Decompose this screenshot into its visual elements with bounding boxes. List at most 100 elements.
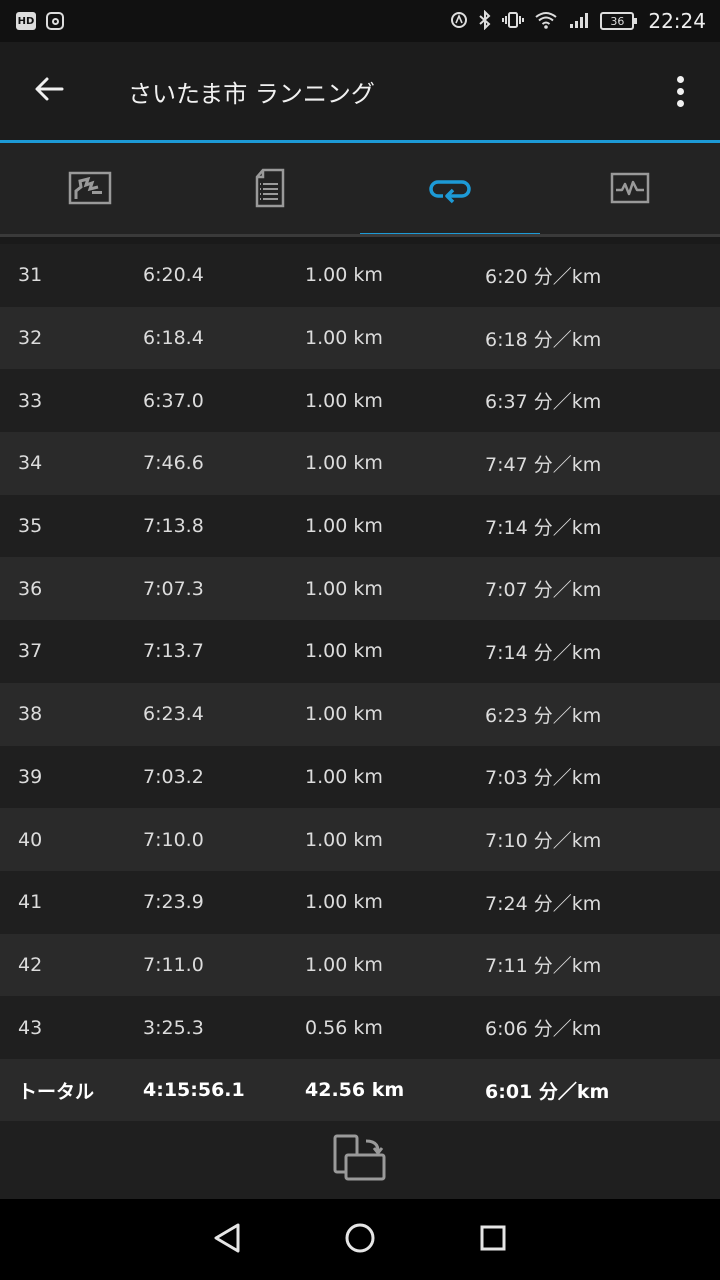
lap-pace: 6:37 分／km [485,391,602,414]
lap-time: 7:46.6 [143,452,204,475]
lap-time: 7:10.0 [143,828,204,851]
table-row: 37 7:13.7 1.00 km 7:14 分／km [0,620,720,683]
lap-pace: 6:20 分／km [485,265,602,288]
lap-distance: 1.00 km [305,452,383,475]
table-row: 32 6:18.4 1.00 km 6:18 分／km [0,306,720,370]
home-circle-icon [344,1222,376,1258]
laps-icon [429,172,471,208]
lap-time: 7:13.7 [143,640,204,663]
nav-home-button[interactable] [330,1210,390,1270]
lap-distance: 1.00 km [305,389,383,412]
lap-pace: 6:18 分／km [485,328,602,351]
total-time: 4:15:56.1 [143,1079,245,1102]
lap-number: 37 [18,640,43,663]
lap-number: 34 [18,452,43,475]
tab-laps[interactable] [360,143,540,237]
instagram-icon [46,12,64,30]
lap-time: 3:25.3 [143,1016,204,1039]
lap-number: 41 [18,891,43,914]
back-triangle-icon [212,1222,242,1258]
lap-number: 40 [18,828,43,851]
system-nav-bar [0,1199,720,1280]
details-icon [254,168,286,212]
vibrate-icon [502,11,525,32]
lap-pace: 7:11 分／km [485,955,602,978]
more-vert-icon [676,75,684,83]
tabs-divider [0,234,720,237]
tab-bar [0,143,720,237]
status-time: 22:24 [648,9,706,33]
total-label: トータル [18,1080,95,1103]
rotate-screen-button[interactable] [0,1121,720,1199]
lap-pace: 7:14 分／km [485,641,602,664]
lap-distance: 1.00 km [305,515,383,538]
lap-pace: 7:03 分／km [485,767,602,790]
recents-square-icon [479,1224,507,1256]
total-distance: 42.56 km [305,1079,405,1102]
lap-pace: 7:47 分／km [485,453,602,476]
nav-back-button[interactable] [197,1210,257,1270]
table-row: 43 3:25.3 0.56 km 6:06 分／km [0,996,720,1059]
lap-time: 7:03.2 [143,765,204,788]
lap-pace: 7:24 分／km [485,892,602,915]
bluetooth-icon [478,9,492,33]
nfc-icon [450,11,468,32]
lap-distance: 1.00 km [305,577,383,600]
lap-time: 6:18.4 [143,327,204,350]
table-row: 36 7:07.3 1.00 km 7:07 分／km [0,557,720,621]
rotate-screen-icon [332,1133,388,1187]
lap-distance: 1.00 km [305,703,383,726]
lap-time: 7:11.0 [143,953,204,976]
lap-pace: 7:14 分／km [485,516,602,539]
map-icon [68,171,112,209]
lap-time: 7:07.3 [143,577,204,600]
wifi-icon [534,11,558,32]
tab-details[interactable] [180,143,360,237]
lap-number: 31 [18,264,43,287]
lap-pace: 7:10 分／km [485,830,602,853]
nav-recents-button[interactable] [463,1210,523,1270]
lap-number: 38 [18,703,43,726]
table-row: 40 7:10.0 1.00 km 7:10 分／km [0,808,720,871]
lap-number: 43 [18,1016,43,1039]
battery-icon: 36 [600,12,638,30]
lap-distance: 1.00 km [305,953,383,976]
table-row: 41 7:23.9 1.00 km 7:24 分／km [0,870,720,934]
tab-map[interactable] [0,143,180,237]
table-row: 39 7:03.2 1.00 km 7:03 分／km [0,745,720,809]
hd-icon: HD [16,12,36,30]
table-row: 42 7:11.0 1.00 km 7:11 分／km [0,933,720,997]
signal-icon [568,11,590,32]
lap-pace: 6:06 分／km [485,1018,602,1041]
lap-time: 7:13.8 [143,515,204,538]
page-title: さいたま市 ランニング [128,79,375,108]
lap-number: 36 [18,577,43,600]
table-row: 35 7:13.8 1.00 km 7:14 分／km [0,494,720,558]
lap-number: 39 [18,765,43,788]
lap-distance: 1.00 km [305,765,383,788]
lap-distance: 1.00 km [305,828,383,851]
lap-pace: 7:07 分／km [485,579,602,602]
laps-table: 31 6:20.4 1.00 km 6:20 分／km 32 6:18.4 1.… [0,244,720,1122]
status-bar: HD 36 22:24 [0,0,720,42]
app-bar: さいたま市 ランニング [0,42,720,140]
lap-pace: 6:23 分／km [485,704,602,727]
overflow-menu-button[interactable] [640,42,720,140]
table-row: 33 6:37.0 1.00 km 6:37 分／km [0,369,720,433]
lap-time: 6:23.4 [143,703,204,726]
total-pace: 6:01 分／km [485,1080,610,1103]
lap-time: 7:23.9 [143,891,204,914]
table-row: 31 6:20.4 1.00 km 6:20 分／km [0,244,720,307]
back-button[interactable] [0,42,98,140]
tab-chart[interactable] [540,143,720,237]
lap-distance: 1.00 km [305,327,383,350]
chart-icon [610,172,650,208]
table-row: 38 6:23.4 1.00 km 6:23 分／km [0,682,720,746]
table-row: 34 7:46.6 1.00 km 7:47 分／km [0,432,720,495]
lap-number: 33 [18,389,43,412]
lap-number: 32 [18,327,43,350]
lap-distance: 1.00 km [305,891,383,914]
lap-distance: 1.00 km [305,264,383,287]
lap-distance: 1.00 km [305,640,383,663]
arrow-left-icon [34,76,64,106]
